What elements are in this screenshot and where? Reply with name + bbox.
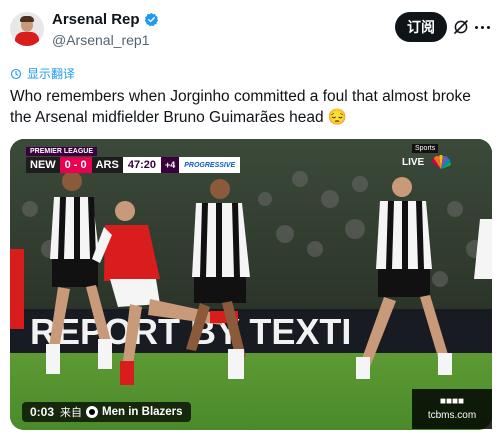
author-handle[interactable]: @Arsenal_rep1 bbox=[52, 32, 150, 48]
score-row: NEW 0 - 0 ARS 47:20 +4 PROGRESSIVE bbox=[26, 157, 241, 173]
grok-icon[interactable] bbox=[452, 18, 470, 36]
author-name[interactable]: Arsenal Rep bbox=[52, 11, 140, 28]
score-separator: - bbox=[73, 159, 78, 171]
tweet-header: Arsenal Rep @Arsenal_rep1 订阅 bbox=[0, 0, 500, 60]
watermark-line2: tcbms.com bbox=[427, 410, 477, 421]
more-options-icon[interactable] bbox=[475, 26, 490, 29]
live-badge: LIVE bbox=[402, 157, 425, 168]
subscribe-button[interactable]: 订阅 bbox=[395, 12, 447, 42]
sports-network-logo: Sports bbox=[412, 144, 439, 153]
home-team: NEW bbox=[26, 157, 60, 173]
home-score: 0 bbox=[64, 159, 71, 171]
added-time: +4 bbox=[160, 157, 180, 173]
show-translation-link[interactable]: 显示翻译 bbox=[10, 65, 75, 82]
watermark-line1: ■■■■ bbox=[439, 396, 465, 407]
scorebug: PREMIER LEAGUE NEW 0 - 0 ARS 47:20 +4 PR… bbox=[26, 147, 276, 175]
league-label: PREMIER LEAGUE bbox=[26, 147, 98, 156]
avatar[interactable] bbox=[10, 12, 44, 46]
translate-icon bbox=[10, 68, 22, 79]
away-score: 0 bbox=[80, 159, 87, 171]
tweet-text: Who remembers when Jorginho committed a … bbox=[10, 88, 471, 126]
from-label: 来自 bbox=[60, 407, 83, 419]
verified-badge-icon bbox=[144, 12, 158, 27]
source-avatar-icon bbox=[86, 406, 99, 418]
video-player[interactable]: REPORT BY TEXTI PREMIER LEAGUE NEW 0 - 0… bbox=[10, 139, 492, 430]
video-info-bar: 0:03 来自 Men in Blazers bbox=[22, 402, 191, 422]
avatar-shirt bbox=[15, 32, 39, 46]
video-source[interactable]: Men in Blazers bbox=[102, 406, 183, 418]
away-team: ARS bbox=[91, 157, 123, 173]
watermark: ■■■■ tcbms.com bbox=[412, 389, 492, 429]
translate-label: 显示翻译 bbox=[27, 67, 76, 81]
author-name-row: Arsenal Rep bbox=[52, 11, 159, 28]
avatar-hair bbox=[20, 16, 34, 22]
video-elapsed-time: 0:03 bbox=[30, 405, 55, 419]
peacock-logo-icon bbox=[431, 155, 451, 170]
match-clock: 47:20 bbox=[122, 157, 161, 173]
video-frame: REPORT BY TEXTI bbox=[10, 139, 492, 430]
sponsor-tag: PROGRESSIVE bbox=[179, 157, 241, 173]
score-box: 0 - 0 bbox=[59, 157, 92, 173]
